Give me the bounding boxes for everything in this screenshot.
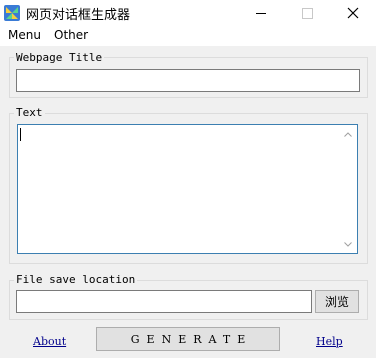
generate-button[interactable]: GENERATE bbox=[96, 327, 280, 351]
menu-item-menu[interactable]: Menu bbox=[8, 28, 41, 42]
text-label: Text bbox=[14, 106, 45, 119]
scroll-up-arrow-icon[interactable] bbox=[343, 129, 353, 139]
browse-button[interactable]: 浏览 bbox=[315, 290, 359, 313]
about-link[interactable]: About bbox=[33, 335, 66, 348]
webpage-title-input[interactable] bbox=[16, 69, 360, 92]
maximize-button[interactable] bbox=[284, 0, 330, 26]
menu-item-other[interactable]: Other bbox=[54, 28, 88, 42]
file-save-input[interactable] bbox=[16, 290, 312, 313]
webpage-title-label: Webpage Title bbox=[14, 51, 105, 64]
help-link[interactable]: Help bbox=[316, 335, 343, 348]
window-title: 网页对话框生成器 bbox=[26, 8, 131, 23]
menu-bar: Menu Other bbox=[0, 26, 376, 46]
close-icon bbox=[347, 7, 359, 19]
title-bar[interactable]: 网页对话框生成器 bbox=[0, 0, 376, 26]
scroll-down-arrow-icon[interactable] bbox=[343, 239, 353, 249]
text-caret bbox=[20, 128, 21, 141]
close-button[interactable] bbox=[330, 0, 376, 26]
minimize-button[interactable] bbox=[238, 0, 284, 26]
file-save-label: File save location bbox=[14, 273, 138, 286]
app-icon bbox=[4, 5, 20, 21]
text-area[interactable] bbox=[17, 124, 358, 254]
